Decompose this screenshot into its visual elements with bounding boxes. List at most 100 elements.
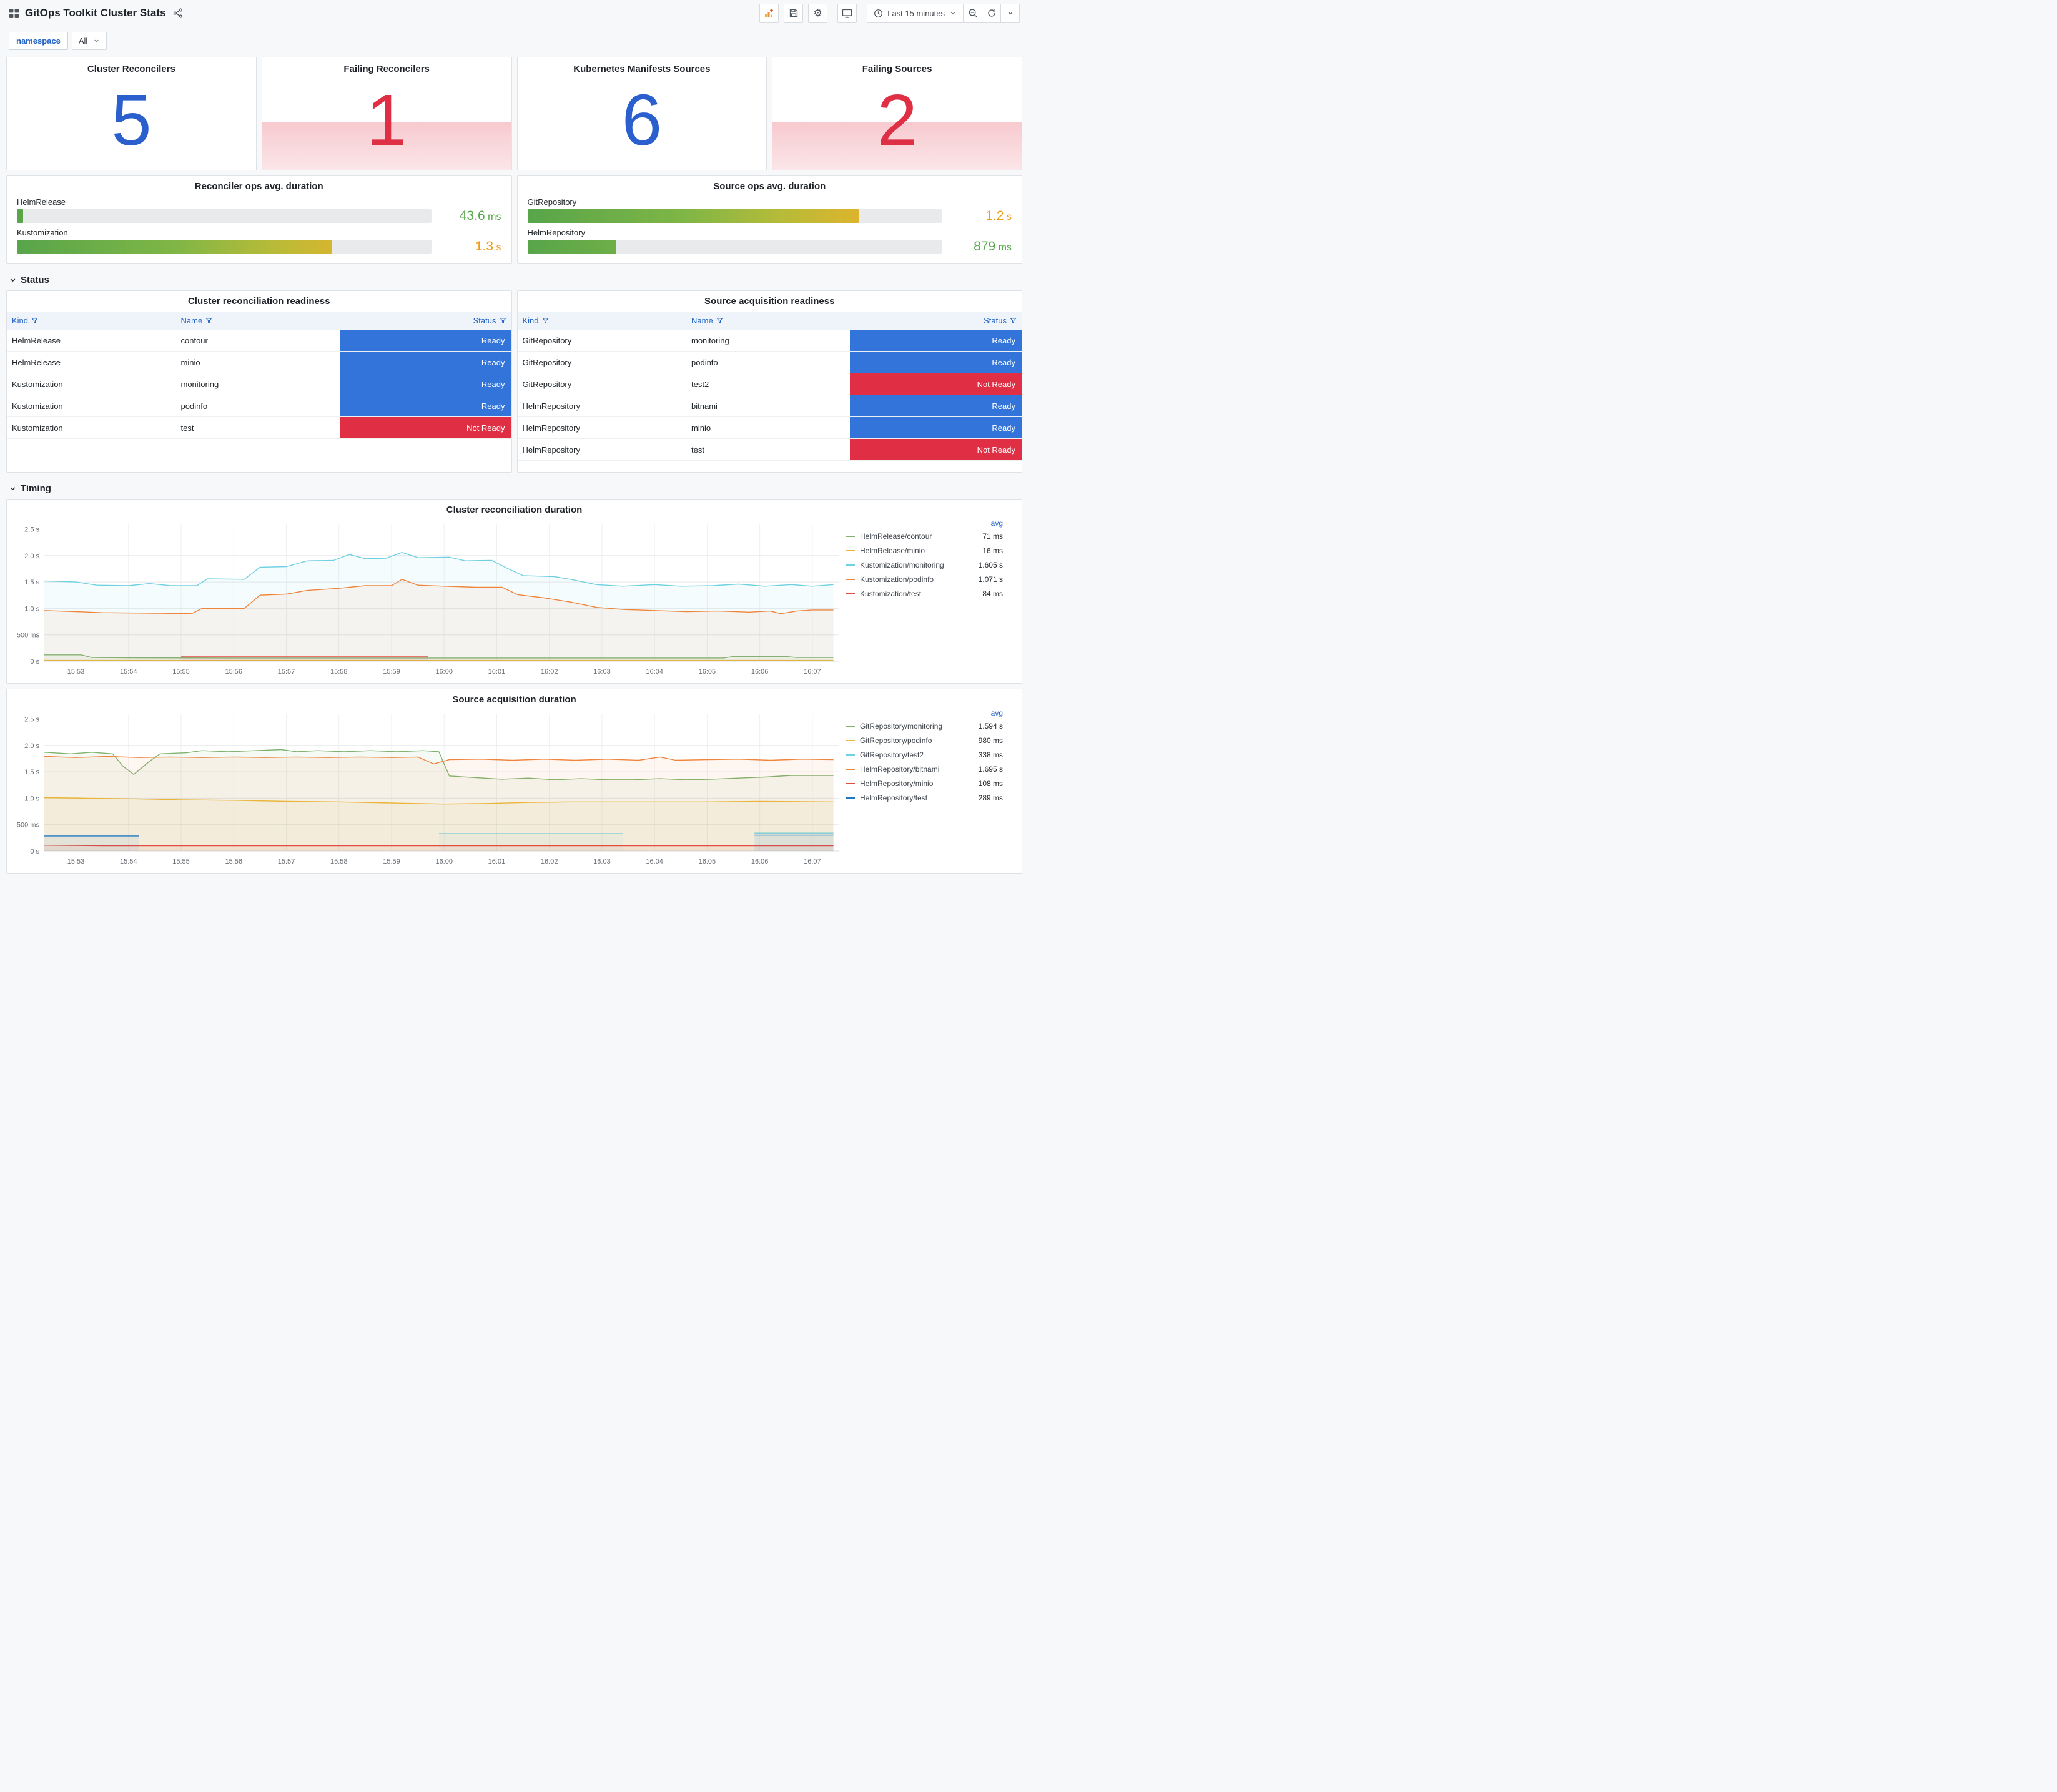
panel-title[interactable]: Cluster reconciliation duration xyxy=(12,500,1017,516)
legend-series-marker xyxy=(846,768,855,770)
legend-avg-header[interactable]: avg xyxy=(846,709,1003,717)
bargauge-panel: Source ops avg. duration GitRepository 1.2… xyxy=(516,175,1022,264)
svg-text:15:53: 15:53 xyxy=(67,668,85,676)
filter-icon[interactable] xyxy=(31,317,38,324)
stat-panel: Cluster Reconcilers 5 xyxy=(6,57,257,170)
column-header-name[interactable]: Name xyxy=(175,312,340,330)
name-cell: test xyxy=(175,416,340,439)
table-panel: Cluster reconciliation readiness Kind Name… xyxy=(6,290,512,473)
filter-icon[interactable] xyxy=(500,317,506,324)
add-panel-icon xyxy=(765,8,774,17)
legend-item: GitRepository/test2 338 ms xyxy=(846,747,1003,762)
time-series-plot[interactable]: 15:53 15:54 15:55 15:56 15:57 15:58 15:59 16:00… xyxy=(12,707,842,869)
timeseries-panel: Cluster reconciliation duration 15:53 15:5… xyxy=(6,499,1022,684)
gauge-label: GitRepository xyxy=(527,197,577,207)
legend-series-name[interactable]: HelmRepository/test xyxy=(860,794,927,802)
row-timing[interactable]: Timing xyxy=(6,478,1022,499)
svg-text:15:57: 15:57 xyxy=(278,858,295,865)
filter-icon[interactable] xyxy=(542,317,549,324)
column-header-kind[interactable]: Kind xyxy=(7,312,176,330)
legend-series-name[interactable]: HelmRelease/minio xyxy=(860,546,925,555)
column-header-status[interactable]: Status xyxy=(339,312,511,330)
panel-title[interactable]: Source acquisition readiness xyxy=(518,291,1022,308)
gauge-row: 1.2 s xyxy=(527,209,1012,224)
readiness-table: Kind Name Status HelmRelease contour Ready Hel… xyxy=(7,312,511,439)
filter-icon[interactable] xyxy=(716,317,723,324)
name-cell: monitoring xyxy=(686,330,851,352)
timeseries-panel: Source acquisition duration 15:53 15:54 15:… xyxy=(6,689,1022,874)
legend-series-marker xyxy=(846,725,855,727)
svg-text:16:04: 16:04 xyxy=(646,668,663,676)
cycle-view-mode-button[interactable] xyxy=(837,3,857,23)
table-row: GitRepository monitoring Ready xyxy=(517,330,1022,352)
legend-series-name[interactable]: Kustomization/podinfo xyxy=(860,575,934,584)
variables-row: namespace All xyxy=(6,26,1022,57)
monitor-icon xyxy=(842,9,852,18)
legend-series-name[interactable]: GitRepository/test2 xyxy=(860,751,924,759)
add-panel-button[interactable] xyxy=(759,3,779,23)
chart-plot: 15:53 15:54 15:55 15:56 15:57 15:58 15:59 16:00… xyxy=(12,707,842,869)
time-series-plot[interactable]: 15:53 15:54 15:55 15:56 15:57 15:58 15:59 16:00… xyxy=(12,518,842,679)
refresh-icon xyxy=(987,9,995,17)
legend-series-name[interactable]: Kustomization/monitoring xyxy=(860,561,944,569)
gauge-fill xyxy=(17,240,332,254)
dashboards-grid-icon[interactable] xyxy=(9,8,19,19)
svg-text:16:02: 16:02 xyxy=(541,668,558,676)
table-row: HelmRepository test Not Ready xyxy=(517,438,1022,461)
legend-series-name[interactable]: Kustomization/test xyxy=(860,589,921,598)
stat-value: 1 xyxy=(366,79,407,160)
gauge-row: 1.3 s xyxy=(17,239,501,254)
svg-text:16:03: 16:03 xyxy=(593,858,611,865)
refresh-button[interactable] xyxy=(982,3,1001,23)
legend-series-name[interactable]: HelmRelease/contour xyxy=(860,532,932,541)
kind-cell: GitRepository xyxy=(517,330,686,352)
panel-title[interactable]: Source ops avg. duration xyxy=(528,176,1012,193)
time-picker-button[interactable]: Last 15 minutes xyxy=(867,3,964,23)
legend-item: HelmRepository/bitnami 1.695 s xyxy=(846,762,1003,776)
legend-avg-header[interactable]: avg xyxy=(846,519,1003,528)
legend-series-name[interactable]: GitRepository/podinfo xyxy=(860,736,932,745)
column-header-status[interactable]: Status xyxy=(850,312,1022,330)
svg-text:2.0 s: 2.0 s xyxy=(24,742,39,750)
name-cell: test xyxy=(686,438,851,461)
gauge-fill xyxy=(17,209,23,223)
save-dashboard-button[interactable] xyxy=(784,3,804,23)
namespace-dropdown[interactable]: All xyxy=(71,32,107,50)
table-row: Kustomization test Not Ready xyxy=(7,416,511,439)
table-row: HelmRelease contour Ready xyxy=(7,330,511,352)
share-icon[interactable] xyxy=(173,8,183,18)
panel-title[interactable]: Cluster reconciliation readiness xyxy=(7,291,511,308)
filter-icon[interactable] xyxy=(1010,317,1017,324)
legend-series-name[interactable]: GitRepository/monitoring xyxy=(860,722,942,731)
svg-text:1.5 s: 1.5 s xyxy=(24,769,39,776)
table-panel: Source acquisition readiness Kind Name Stat… xyxy=(516,290,1022,473)
status-cell: Not Ready xyxy=(850,373,1022,395)
status-badge: Ready xyxy=(339,395,511,416)
svg-text:16:05: 16:05 xyxy=(699,668,716,676)
svg-text:15:57: 15:57 xyxy=(278,668,295,676)
zoom-out-button[interactable] xyxy=(963,3,982,23)
gauge-track xyxy=(527,209,942,223)
status-cell: Ready xyxy=(850,330,1022,352)
svg-text:500 ms: 500 ms xyxy=(17,632,40,639)
dashboard-settings-button[interactable]: ⚙ xyxy=(808,3,828,23)
legend-series-name[interactable]: HelmRepository/minio xyxy=(860,779,933,788)
legend-series-marker xyxy=(846,797,855,799)
legend-item: GitRepository/monitoring 1.594 s xyxy=(846,719,1003,733)
filter-icon[interactable] xyxy=(205,317,212,324)
stat-value: 2 xyxy=(877,79,917,160)
column-header-name[interactable]: Name xyxy=(686,312,851,330)
gauge-fill xyxy=(527,209,859,223)
legend-series-marker xyxy=(846,593,855,594)
stat-value: 6 xyxy=(621,79,663,160)
legend-series-name[interactable]: HelmRepository/bitnami xyxy=(860,765,939,774)
panel-title[interactable]: Source acquisition duration xyxy=(12,689,1017,706)
column-header-kind[interactable]: Kind xyxy=(517,312,686,330)
panel-title[interactable]: Reconciler ops avg. duration xyxy=(17,176,501,193)
row-status[interactable]: Status xyxy=(6,269,1022,290)
svg-text:2.5 s: 2.5 s xyxy=(24,716,39,723)
status-cell: Not Ready xyxy=(850,438,1022,461)
chart-body: 15:53 15:54 15:55 15:56 15:57 15:58 15:59 16:00… xyxy=(12,707,1017,869)
stat-panels-row: Cluster Reconcilers 5 Failing Reconcilers 1… xyxy=(6,57,1022,170)
refresh-interval-button[interactable] xyxy=(1000,3,1020,23)
